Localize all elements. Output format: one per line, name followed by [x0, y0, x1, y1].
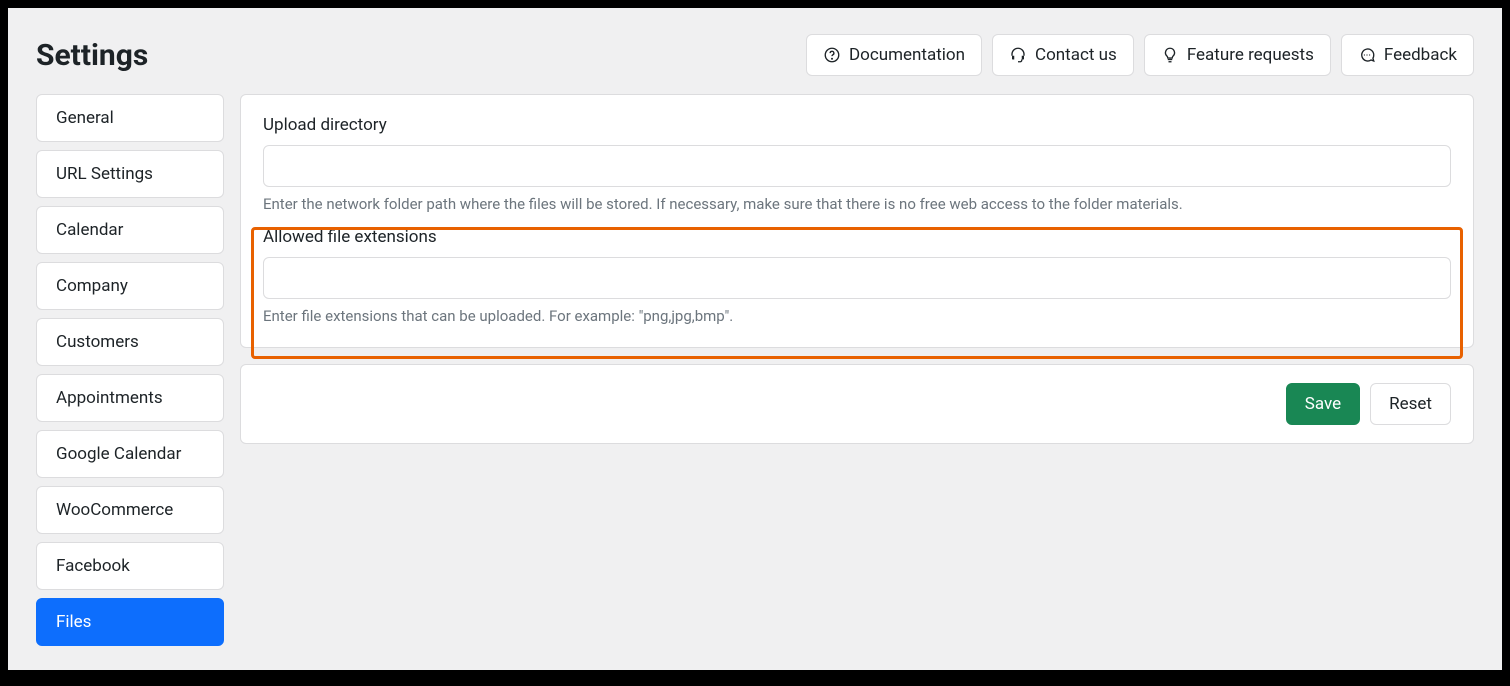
main-panel: Upload directory Enter the network folde… [240, 94, 1474, 444]
allowed-extensions-input[interactable] [263, 257, 1451, 299]
sidebar-item-calendar[interactable]: Calendar [36, 206, 224, 254]
feedback-button[interactable]: Feedback [1341, 34, 1474, 76]
page-title: Settings [36, 38, 148, 73]
sidebar-item-facebook[interactable]: Facebook [36, 542, 224, 590]
contact-button[interactable]: Contact us [992, 34, 1134, 76]
documentation-label: Documentation [849, 45, 965, 65]
sidebar-item-appointments[interactable]: Appointments [36, 374, 224, 422]
sidebar-item-customers[interactable]: Customers [36, 318, 224, 366]
sidebar-item-files[interactable]: Files [36, 598, 224, 646]
feature-requests-button[interactable]: Feature requests [1144, 34, 1331, 76]
settings-sidebar: General URL Settings Calendar Company Cu… [36, 94, 224, 646]
upload-directory-help: Enter the network folder path where the … [263, 195, 1451, 213]
lightbulb-icon [1161, 46, 1179, 64]
header-buttons: Documentation Contact us Feature request… [806, 34, 1474, 76]
allowed-extensions-group: Allowed file extensions Enter file exten… [263, 227, 1451, 325]
reset-button[interactable]: Reset [1370, 383, 1451, 425]
app-frame: Settings Documentation Contact us [8, 8, 1502, 670]
header-row: Settings Documentation Contact us [36, 34, 1474, 76]
content-layout: General URL Settings Calendar Company Cu… [36, 94, 1474, 646]
documentation-button[interactable]: Documentation [806, 34, 982, 76]
allowed-extensions-help: Enter file extensions that can be upload… [263, 307, 1451, 325]
help-circle-icon [823, 46, 841, 64]
contact-label: Contact us [1035, 45, 1117, 65]
actions-card: Save Reset [240, 364, 1474, 444]
feedback-label: Feedback [1384, 45, 1457, 65]
headset-icon [1009, 46, 1027, 64]
upload-directory-group: Upload directory Enter the network folde… [263, 115, 1451, 213]
chat-icon [1358, 46, 1376, 64]
sidebar-item-company[interactable]: Company [36, 262, 224, 310]
sidebar-item-woocommerce[interactable]: WooCommerce [36, 486, 224, 534]
sidebar-item-google-calendar[interactable]: Google Calendar [36, 430, 224, 478]
feature-requests-label: Feature requests [1187, 45, 1314, 65]
upload-directory-input[interactable] [263, 145, 1451, 187]
allowed-extensions-label: Allowed file extensions [263, 227, 1451, 247]
sidebar-item-general[interactable]: General [36, 94, 224, 142]
files-settings-card: Upload directory Enter the network folde… [240, 94, 1474, 348]
sidebar-item-url-settings[interactable]: URL Settings [36, 150, 224, 198]
save-button[interactable]: Save [1286, 383, 1360, 425]
upload-directory-label: Upload directory [263, 115, 1451, 135]
